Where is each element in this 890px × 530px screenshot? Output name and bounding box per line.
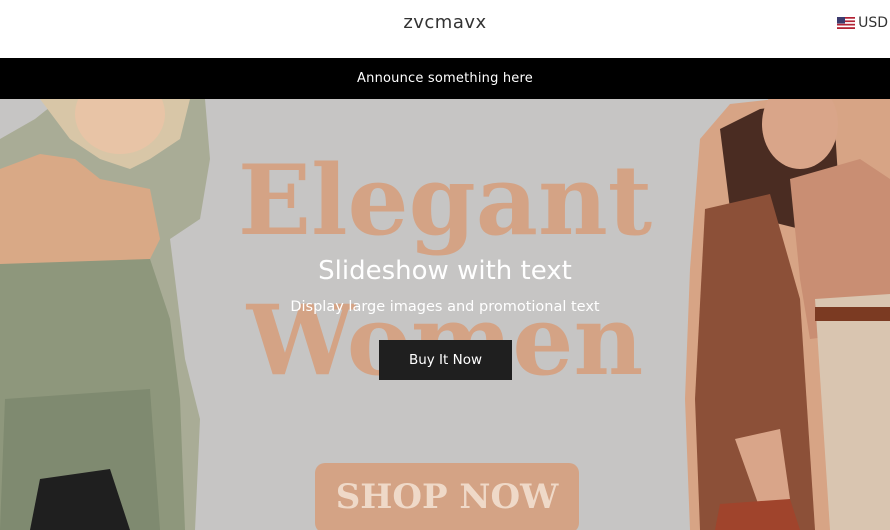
buy-it-now-button[interactable]: Buy It Now [379, 340, 512, 380]
storefront-page: zvcmavx USD Announce something here Eleg… [0, 0, 890, 530]
currency-label: USD [858, 15, 888, 31]
slide-title: Slideshow with text [318, 256, 572, 286]
us-flag-icon [837, 17, 856, 29]
hero-slideshow[interactable]: Elegant Women SHOP NOW Slideshow with te… [0, 99, 890, 530]
currency-selector[interactable]: USD [837, 15, 888, 31]
announcement-bar: Announce something here [0, 58, 890, 99]
store-logo[interactable]: zvcmavx [0, 12, 890, 33]
site-header: zvcmavx USD [0, 0, 890, 58]
announcement-text: Announce something here [357, 71, 533, 86]
slide-text-overlay: Slideshow with text Display large images… [0, 99, 890, 530]
slide-subtitle: Display large images and promotional tex… [290, 299, 600, 315]
